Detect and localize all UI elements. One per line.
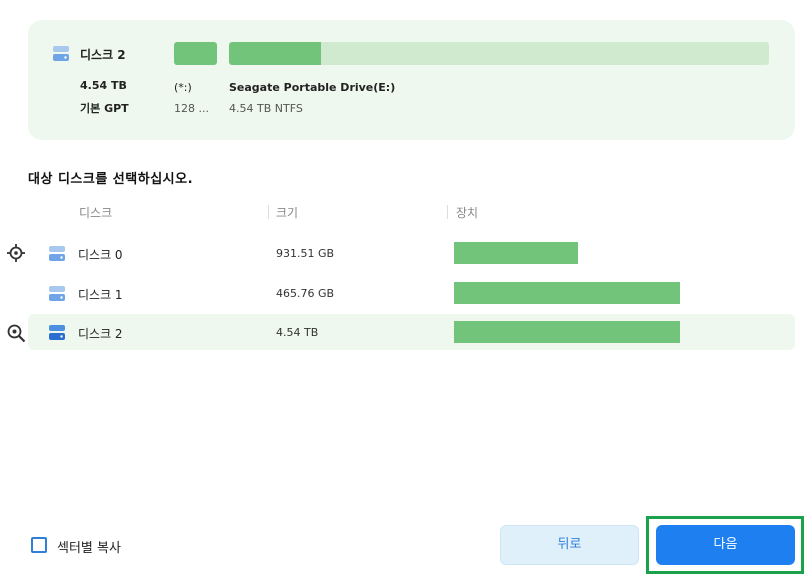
column-header-size: 크기 [276, 206, 299, 220]
disk-row-1[interactable]: 디스크 1 465.76 GB [28, 275, 795, 311]
disk-usage-bar [454, 242, 578, 264]
hard-drive-icon [48, 324, 66, 341]
disk-size: 4.54 TB [276, 326, 319, 339]
partition-bar [229, 42, 769, 65]
back-button[interactable]: 뒤로 [500, 525, 639, 565]
hard-drive-icon [48, 245, 66, 262]
disk-size: 465.76 GB [276, 287, 335, 300]
partition-detail: 4.54 TB NTFS [229, 102, 303, 115]
column-divider [268, 205, 269, 219]
next-button[interactable]: 다음 [656, 525, 795, 565]
disk-name: 디스크 1 [78, 288, 123, 302]
target-search-icon[interactable] [6, 323, 26, 343]
disk-name: 디스크 2 [78, 327, 123, 341]
source-disk-card: 디스크 2 4.54 TB 기본 GPT (*:) 128 ... Seagat… [28, 20, 795, 140]
hard-drive-icon [52, 45, 70, 62]
column-divider [447, 205, 448, 219]
column-header-device: 장치 [456, 206, 479, 220]
disk-row-0[interactable]: 디스크 0 931.51 GB [28, 235, 795, 271]
disk-usage-bar [454, 321, 680, 343]
hard-drive-icon [48, 285, 66, 302]
column-header-disk: 디스크 [79, 206, 113, 220]
disk-name: 디스크 0 [78, 248, 123, 262]
partition-usage-fill [229, 42, 321, 65]
partition-label: (*:) [174, 81, 192, 94]
sector-copy-label[interactable]: 섹터별 복사 [57, 537, 121, 556]
partition-bar [174, 42, 217, 65]
disk-usage-bar [454, 282, 680, 304]
source-disk-name: 디스크 2 [80, 48, 126, 62]
source-disk-size: 4.54 TB [80, 79, 127, 92]
disk-clone-dialog: 디스크 2 4.54 TB 기본 GPT (*:) 128 ... Seagat… [0, 0, 812, 583]
disk-row-2[interactable]: 디스크 2 4.54 TB [28, 314, 795, 350]
target-icon[interactable] [6, 243, 26, 263]
sector-copy-checkbox[interactable] [31, 537, 47, 553]
disk-size: 931.51 GB [276, 247, 335, 260]
partition-label: Seagate Portable Drive(E:) [229, 81, 396, 94]
source-disk-partition-style: 기본 GPT [80, 102, 129, 115]
partition-detail: 128 ... [174, 102, 209, 115]
section-title: 대상 디스크를 선택하십시오. [28, 172, 194, 187]
